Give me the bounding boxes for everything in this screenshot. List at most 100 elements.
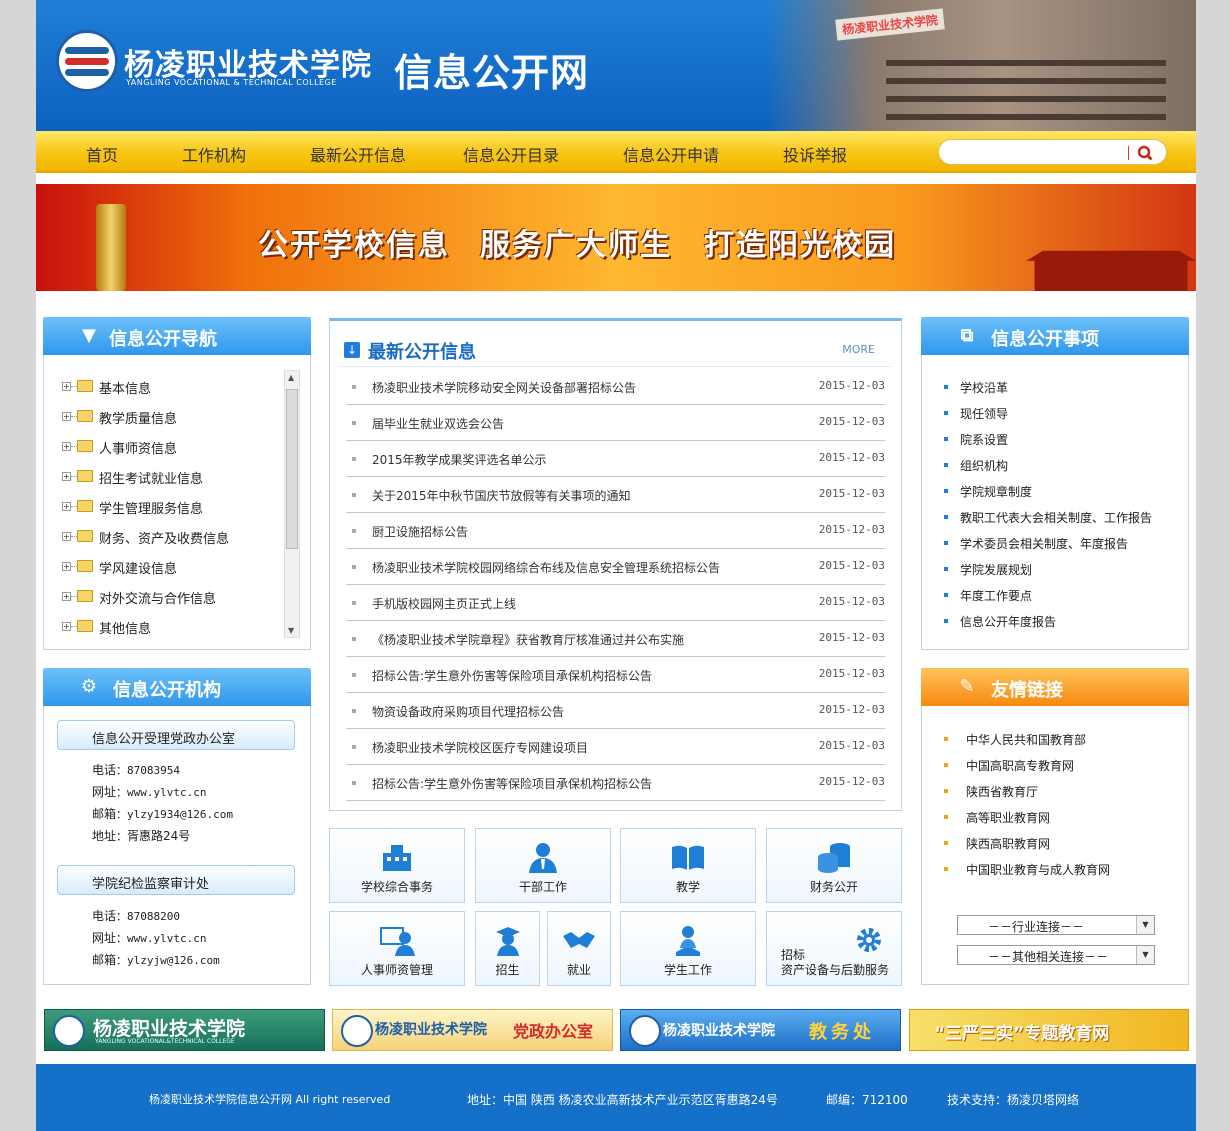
search-input[interactable] (949, 143, 1125, 161)
college-logo[interactable] (56, 30, 118, 92)
tile-bidding-assets[interactable]: 招标 资产设备与后勤服务 (766, 911, 902, 986)
scroll-up-icon[interactable]: ▲ (288, 373, 294, 382)
bullet-icon (944, 619, 948, 623)
news-title[interactable]: 杨凌职业技术学院校区医疗专网建设项目 (372, 739, 588, 756)
news-item[interactable]: 厨卫设施招标公告 2015-12-03 (346, 513, 885, 549)
news-item[interactable]: 杨凌职业技术学院校区医疗专网建设项目 2015-12-03 (346, 729, 885, 765)
news-title[interactable]: 手机版校园网主页正式上线 (372, 595, 516, 612)
slogan-1: 公开学校信息 (258, 228, 450, 263)
bullet-icon (352, 601, 356, 605)
tile-teaching[interactable]: 教学 (620, 828, 756, 903)
download-icon: ↓ (344, 342, 360, 358)
tiananmen-image (1026, 250, 1196, 291)
footer-support[interactable]: 技术支持：杨凌贝塔网络 (947, 1091, 1079, 1108)
news-item[interactable]: 2015年教学成果奖评选名单公示 2015-12-03 (346, 441, 885, 477)
other-link-select[interactable]: －－其他相关连接－－ ▼ (957, 945, 1155, 965)
friend-links-title: 友情链接 (991, 680, 1063, 701)
folder-icon (77, 500, 93, 512)
tile-school-affairs[interactable]: 学校综合事务 (329, 828, 465, 903)
info-org-header: ⚙ 信息公开机构 (43, 668, 311, 706)
news-item[interactable]: 招标公告:学生意外伤害等保险项目承保机构招标公告 2015-12-03 (346, 657, 885, 693)
banner-link-academic-affairs[interactable]: 杨凌职业技术学院 教务处 (620, 1009, 901, 1051)
info-matters-header: ⧉ 信息公开事项 (921, 317, 1189, 355)
nav-latest-info[interactable]: 最新公开信息 (310, 142, 406, 166)
news-title[interactable]: 2015年教学成果奖评选名单公示 (372, 451, 547, 468)
banner-link-college[interactable]: 杨凌职业技术学院 YANGLING VOCATIONAL&TECHNICAL C… (44, 1009, 325, 1051)
news-item[interactable]: 招标公告:学生意外伤害等保险项目承保机构招标公告 2015-12-03 (346, 765, 885, 801)
bullet-icon (352, 781, 356, 785)
bullet-icon (352, 673, 356, 677)
news-title[interactable]: 关于2015年中秋节国庆节放假等有关事项的通知 (372, 487, 631, 504)
news-item[interactable]: 杨凌职业技术学院移动安全网关设备部署招标公告 2015-12-03 (346, 369, 885, 405)
news-title[interactable]: 《杨凌职业技术学院章程》获省教育厅核准通过并公布实施 (372, 631, 684, 648)
nav-info-catalog[interactable]: 信息公开目录 (463, 142, 559, 166)
chevron-down-icon: ▼ (1136, 916, 1154, 934)
tile-personnel[interactable]: 人事师资管理 (329, 911, 465, 986)
news-date: 2015-12-03 (818, 703, 885, 716)
nav-info-application[interactable]: 信息公开申请 (623, 142, 719, 166)
tile-cadre-work[interactable]: 干部工作 (475, 828, 611, 903)
folder-icon (77, 380, 93, 392)
news-title[interactable]: 届毕业生就业双选会公告 (372, 415, 504, 432)
news-title[interactable]: 招标公告:学生意外伤害等保险项目承保机构招标公告 (372, 775, 652, 792)
org-tab-party-office[interactable]: 信息公开受理党政办公室 (57, 720, 295, 750)
news-item[interactable]: 届毕业生就业双选会公告 2015-12-03 (346, 405, 885, 441)
nav-complaint[interactable]: 投诉举报 (783, 142, 847, 166)
info-nav-title: 信息公开导航 (109, 329, 217, 350)
more-link[interactable]: MORE (842, 343, 875, 356)
news-date: 2015-12-03 (818, 775, 885, 788)
nav-work-agencies[interactable]: 工作机构 (182, 142, 246, 166)
org-phone-2: 电话：87088200 (92, 909, 180, 923)
org-tab-discipline[interactable]: 学院纪检监察审计处 (57, 865, 295, 895)
banner-link-party-office[interactable]: 杨凌职业技术学院 党政办公室 (332, 1009, 613, 1051)
news-item[interactable]: 关于2015年中秋节国庆节放假等有关事项的通知 2015-12-03 (346, 477, 885, 513)
banner-link-three-strict[interactable]: “三严三实”专题教育网 (909, 1009, 1189, 1051)
folder-icon (77, 590, 93, 602)
bullet-icon (352, 709, 356, 713)
latest-news-title: 最新公开信息 (368, 342, 476, 363)
college-logo (341, 1015, 373, 1047)
graduate-icon (490, 924, 526, 956)
building-sign: 杨凌职业技术学院 (835, 8, 945, 41)
campus-building-image: 杨凌职业技术学院 (766, 0, 1196, 131)
tile-admission[interactable]: 招生 (475, 911, 540, 986)
news-title[interactable]: 杨凌职业技术学院校园网络综合布线及信息安全管理系统招标公告 (372, 559, 720, 576)
folder-icon (77, 440, 93, 452)
news-date: 2015-12-03 (818, 595, 885, 608)
org-address-1: 地址：胥惠路24号 (92, 829, 191, 843)
industry-link-select[interactable]: －－行业连接－－ ▼ (957, 915, 1155, 935)
org-email-2[interactable]: 邮箱：ylzyjw@126.com (92, 951, 220, 968)
nav-home[interactable]: 首页 (86, 142, 118, 166)
footer-postcode: 邮编：712100 (826, 1093, 908, 1107)
news-title[interactable]: 招标公告:学生意外伤害等保险项目承保机构招标公告 (372, 667, 652, 684)
search-button[interactable] (1135, 143, 1157, 163)
tree-scrollbar[interactable]: ▲ ▼ (284, 370, 300, 638)
scroll-down-icon[interactable]: ▼ (288, 626, 294, 635)
news-item[interactable]: 手机版校园网主页正式上线 2015-12-03 (346, 585, 885, 621)
site-title: 信息公开网 (394, 51, 590, 95)
person-tie-icon (525, 841, 561, 873)
news-title[interactable]: 杨凌职业技术学院移动安全网关设备部署招标公告 (372, 379, 636, 396)
news-item[interactable]: 《杨凌职业技术学院章程》获省教育厅核准通过并公布实施 2015-12-03 (346, 621, 885, 657)
edit-icon: ✎ (959, 676, 975, 697)
news-item[interactable]: 杨凌职业技术学院校园网络综合布线及信息安全管理系统招标公告 2015-12-03 (346, 549, 885, 585)
bullet-icon (944, 437, 948, 441)
org-email-1[interactable]: 邮箱：ylzy1934@126.com (92, 805, 233, 822)
news-title[interactable]: 厨卫设施招标公告 (372, 523, 468, 540)
scroll-thumb[interactable] (286, 389, 298, 549)
info-org-panel: ⚙ 信息公开机构 信息公开受理党政办公室 电话：87083954 网址：www.… (43, 668, 311, 985)
footer: 杨凌职业技术学院信息公开网 All right reserved 地址：中国 陕… (36, 1064, 1196, 1131)
bullet-icon (352, 421, 356, 425)
header: 杨凌职业技术学院 YANGLING VOCATIONAL & TECHNICAL… (36, 0, 1196, 131)
news-date: 2015-12-03 (818, 631, 885, 644)
chevron-down-icon: ▼ (1136, 946, 1154, 964)
slogan-banner: 公开学校信息 服务广大师生 打造阳光校园 (36, 184, 1196, 291)
org-website-1[interactable]: 网址：www.ylvtc.cn (92, 783, 207, 800)
tile-finance[interactable]: 财务公开 (766, 828, 902, 903)
news-date: 2015-12-03 (818, 415, 885, 428)
news-item[interactable]: 物资设备政府采购项目代理招标公告 2015-12-03 (346, 693, 885, 729)
tile-student-work[interactable]: 学生工作 (620, 911, 756, 986)
tile-employment[interactable]: 就业 (547, 911, 611, 986)
news-title[interactable]: 物资设备政府采购项目代理招标公告 (372, 703, 564, 720)
org-website-2[interactable]: 网址：www.ylvtc.cn (92, 929, 207, 946)
